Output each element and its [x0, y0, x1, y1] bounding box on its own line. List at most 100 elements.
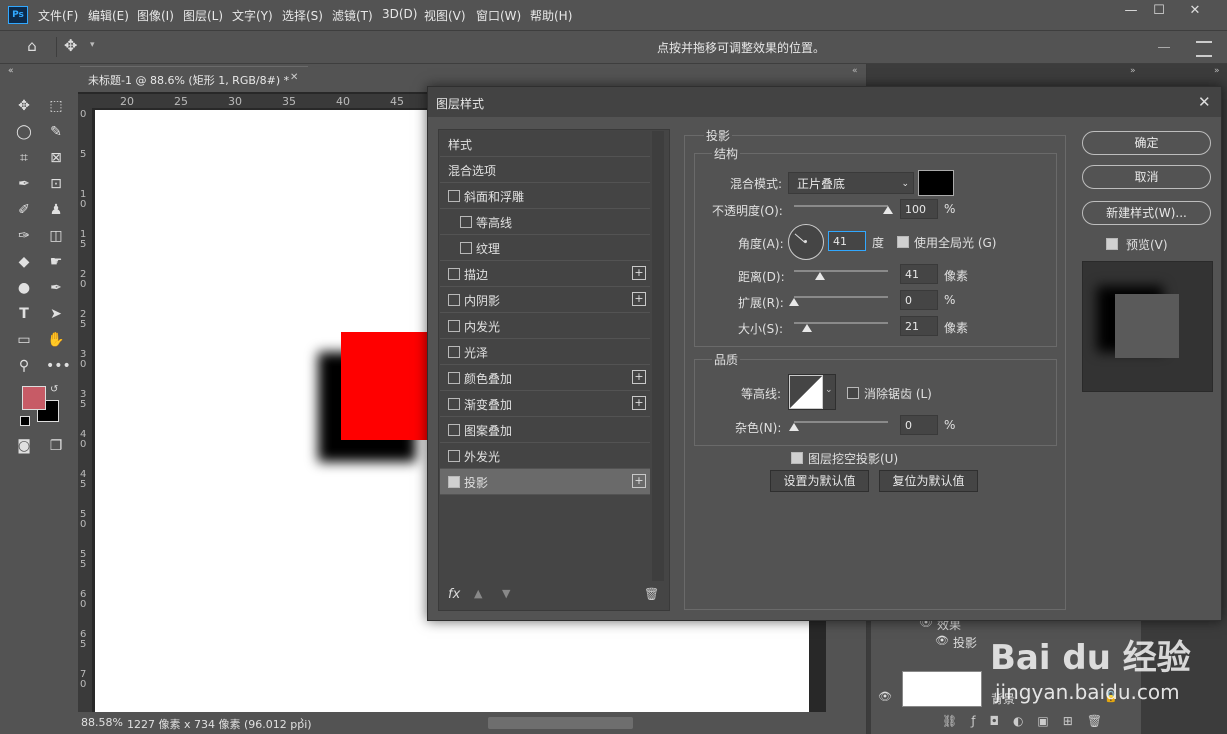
- horizontal-scrollbar[interactable]: [488, 717, 633, 729]
- lasso-icon[interactable]: ◯: [14, 122, 34, 142]
- collapse-panel-icon[interactable]: «: [852, 66, 858, 76]
- blend-mode-select[interactable]: 正片叠底 ⌄: [788, 172, 914, 194]
- default-colors-icon[interactable]: [20, 416, 30, 426]
- menu-item[interactable]: 文字(Y): [232, 7, 273, 24]
- layer-actions-icons[interactable]: ⛓ƒ◘◐▣⊞🗑: [942, 714, 1116, 728]
- marquee-icon[interactable]: ⬚: [46, 96, 66, 116]
- distance-slider[interactable]: [794, 270, 888, 272]
- style-list-item[interactable]: 外发光: [440, 443, 650, 469]
- style-list-item[interactable]: 描边 +: [440, 261, 650, 287]
- cancel-button[interactable]: 取消: [1082, 165, 1211, 189]
- global-light-checkbox[interactable]: [897, 236, 909, 248]
- distance-input[interactable]: 41: [900, 264, 938, 284]
- menu-item[interactable]: 图层(L): [183, 7, 223, 24]
- style-list-item[interactable]: 内发光: [440, 313, 650, 339]
- hand-icon[interactable]: ✋: [46, 330, 66, 350]
- add-effect-icon[interactable]: +: [632, 474, 646, 488]
- spread-input[interactable]: 0: [900, 290, 938, 310]
- spread-slider-thumb[interactable]: [789, 298, 799, 306]
- style-checkbox[interactable]: [448, 450, 460, 462]
- opacity-slider[interactable]: [794, 205, 888, 207]
- anti-alias-checkbox[interactable]: [847, 387, 859, 399]
- workspace-icon[interactable]: [1158, 47, 1170, 48]
- set-default-button[interactable]: 设置为默认值: [770, 470, 869, 492]
- menu-item[interactable]: 图像(I): [137, 7, 174, 24]
- knockout-checkbox[interactable]: [791, 452, 803, 464]
- style-checkbox[interactable]: [448, 398, 460, 410]
- close-window-icon[interactable]: ✕: [1184, 2, 1206, 20]
- new-style-button[interactable]: 新建样式(W)...: [1082, 201, 1211, 225]
- move-down-icon[interactable]: ▼: [502, 587, 510, 600]
- contour-picker[interactable]: ⌄: [788, 374, 836, 410]
- style-list-item[interactable]: 混合选项: [440, 157, 650, 183]
- document-tab[interactable]: 未标题-1 @ 88.6% (矩形 1, RGB/8#) * ✕: [80, 66, 308, 91]
- screen-mode-icon[interactable]: ❐: [46, 436, 66, 456]
- close-dialog-icon[interactable]: ✕: [1198, 93, 1211, 111]
- dialog-titlebar[interactable]: 图层样式 ✕: [428, 87, 1221, 117]
- shadow-color-swatch[interactable]: [918, 170, 954, 196]
- background-thumbnail[interactable]: [902, 671, 982, 707]
- menu-item[interactable]: 选择(S): [282, 7, 323, 24]
- shadow-eye-icon[interactable]: 👁: [935, 634, 949, 647]
- expand-panel-icon[interactable]: »: [1130, 66, 1136, 76]
- expand-panel-icon-2[interactable]: »: [1214, 66, 1220, 76]
- move-icon[interactable]: ✥: [14, 96, 34, 116]
- background-eye-icon[interactable]: 👁: [878, 690, 892, 703]
- menu-item[interactable]: 帮助(H): [530, 7, 572, 24]
- stamp-icon[interactable]: ♟: [46, 200, 66, 220]
- eraser-icon[interactable]: ◫: [46, 226, 66, 246]
- menu-item[interactable]: 滤镜(T): [332, 7, 373, 24]
- chevron-down-icon[interactable]: ▾: [90, 40, 95, 50]
- style-checkbox[interactable]: [448, 346, 460, 358]
- style-checkbox[interactable]: [448, 320, 460, 332]
- noise-input[interactable]: 0: [900, 415, 938, 435]
- eyedropper-icon[interactable]: ✒: [14, 174, 34, 194]
- patch-icon[interactable]: ⊡: [46, 174, 66, 194]
- style-list-item[interactable]: 纹理: [440, 235, 650, 261]
- style-list-item[interactable]: 渐变叠加 +: [440, 391, 650, 417]
- history-brush-icon[interactable]: ✑: [14, 226, 34, 246]
- style-list-item[interactable]: 内阴影 +: [440, 287, 650, 313]
- style-list-item[interactable]: 斜面和浮雕: [440, 183, 650, 209]
- style-checkbox[interactable]: [460, 216, 472, 228]
- crop-icon[interactable]: ⌗: [14, 148, 34, 168]
- add-effect-icon[interactable]: +: [632, 396, 646, 410]
- angle-input[interactable]: 41: [828, 231, 866, 251]
- maximize-icon[interactable]: ☐: [1148, 2, 1170, 20]
- distance-slider-thumb[interactable]: [815, 272, 826, 280]
- size-slider-thumb[interactable]: [802, 324, 813, 332]
- quick-mask-icon[interactable]: ◙: [14, 436, 34, 456]
- style-list-item[interactable]: 图案叠加: [440, 417, 650, 443]
- style-checkbox[interactable]: [448, 424, 460, 436]
- menu-item[interactable]: 编辑(E): [88, 7, 129, 24]
- add-effect-icon[interactable]: +: [632, 266, 646, 280]
- red-rectangle-layer[interactable]: [341, 332, 427, 440]
- dodge-icon[interactable]: ●: [14, 278, 34, 298]
- reset-default-button[interactable]: 复位为默认值: [879, 470, 978, 492]
- style-list-item[interactable]: 投影 +: [440, 469, 650, 495]
- menu-item[interactable]: 窗口(W): [476, 7, 521, 24]
- angle-dial[interactable]: [788, 224, 824, 260]
- fx-icon[interactable]: fx: [448, 587, 460, 602]
- delete-effect-icon[interactable]: 🗑: [644, 587, 659, 601]
- style-list-item[interactable]: 光泽: [440, 339, 650, 365]
- type-icon[interactable]: T: [14, 304, 34, 324]
- opacity-input[interactable]: 100: [900, 199, 938, 219]
- opacity-slider-thumb[interactable]: [883, 206, 893, 214]
- noise-slider[interactable]: [794, 421, 888, 423]
- style-checkbox[interactable]: [460, 242, 472, 254]
- style-checkbox[interactable]: [448, 190, 460, 202]
- minimize-icon[interactable]: —: [1120, 2, 1142, 20]
- style-list-item[interactable]: 颜色叠加 +: [440, 365, 650, 391]
- style-checkbox[interactable]: [448, 476, 460, 488]
- move-tool-icon[interactable]: ✥: [64, 36, 77, 55]
- collapse-left-icon[interactable]: «: [8, 66, 14, 76]
- pen-icon[interactable]: ✒: [46, 278, 66, 298]
- more-icon[interactable]: •••: [46, 356, 71, 376]
- path-select-icon[interactable]: ➤: [46, 304, 66, 324]
- home-icon[interactable]: ⌂: [20, 37, 44, 57]
- style-list-scrollbar[interactable]: [652, 131, 664, 581]
- zoom-icon[interactable]: ⚲: [14, 356, 34, 376]
- status-chevron-icon[interactable]: ›: [300, 715, 304, 726]
- foreground-color-swatch[interactable]: [22, 386, 46, 410]
